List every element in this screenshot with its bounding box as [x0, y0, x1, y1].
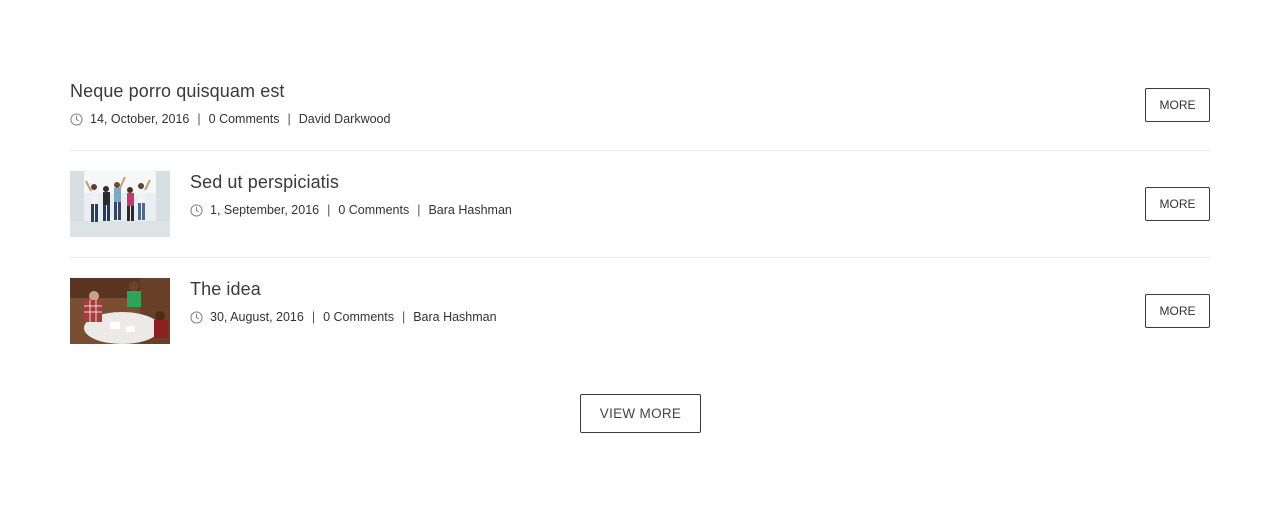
post-thumbnail[interactable] — [70, 278, 170, 344]
view-more-button[interactable]: VIEW MORE — [580, 394, 701, 433]
meta-separator: | — [311, 310, 316, 324]
meta-separator: | — [287, 112, 291, 126]
more-button[interactable]: MORE — [1145, 88, 1210, 122]
meta-separator: | — [197, 112, 201, 126]
post-item: The idea 30, August, 2016 | 0 Comments |… — [70, 258, 1210, 350]
post-item: Neque porro quisquam est 14, October, 20… — [70, 72, 1210, 151]
post-comments[interactable]: 0 Comments — [323, 310, 394, 324]
more-button[interactable]: MORE — [1145, 187, 1210, 221]
post-item: Sed ut perspiciatis 1, September, 2016 |… — [70, 151, 1210, 258]
clock-icon — [190, 310, 203, 324]
meta-separator: | — [401, 310, 406, 324]
post-meta: 14, October, 2016 | 0 Comments | David D… — [70, 112, 390, 126]
meta-separator: | — [417, 203, 421, 217]
post-comments[interactable]: 0 Comments — [209, 112, 280, 126]
more-button[interactable]: MORE — [1145, 294, 1210, 328]
post-date: 14, October, 2016 — [90, 112, 190, 126]
post-author[interactable]: David Darkwood — [299, 112, 391, 126]
post-author[interactable]: Bara Hashman — [413, 310, 496, 324]
post-date: 1, September, 2016 — [210, 203, 320, 217]
post-title[interactable]: Sed ut perspiciatis — [190, 172, 339, 193]
post-title[interactable]: Neque porro quisquam est — [70, 81, 285, 102]
post-meta: 1, September, 2016 | 0 Comments | Bara H… — [190, 203, 512, 217]
clock-icon — [190, 203, 203, 217]
clock-icon — [70, 112, 83, 126]
post-author[interactable]: Bara Hashman — [428, 203, 511, 217]
post-comments[interactable]: 0 Comments — [338, 203, 409, 217]
post-meta: 30, August, 2016 | 0 Comments | Bara Has… — [190, 310, 497, 324]
post-thumbnail[interactable] — [70, 171, 170, 237]
post-date: 30, August, 2016 — [210, 310, 304, 324]
post-title[interactable]: The idea — [190, 279, 261, 300]
meta-separator: | — [327, 203, 331, 217]
